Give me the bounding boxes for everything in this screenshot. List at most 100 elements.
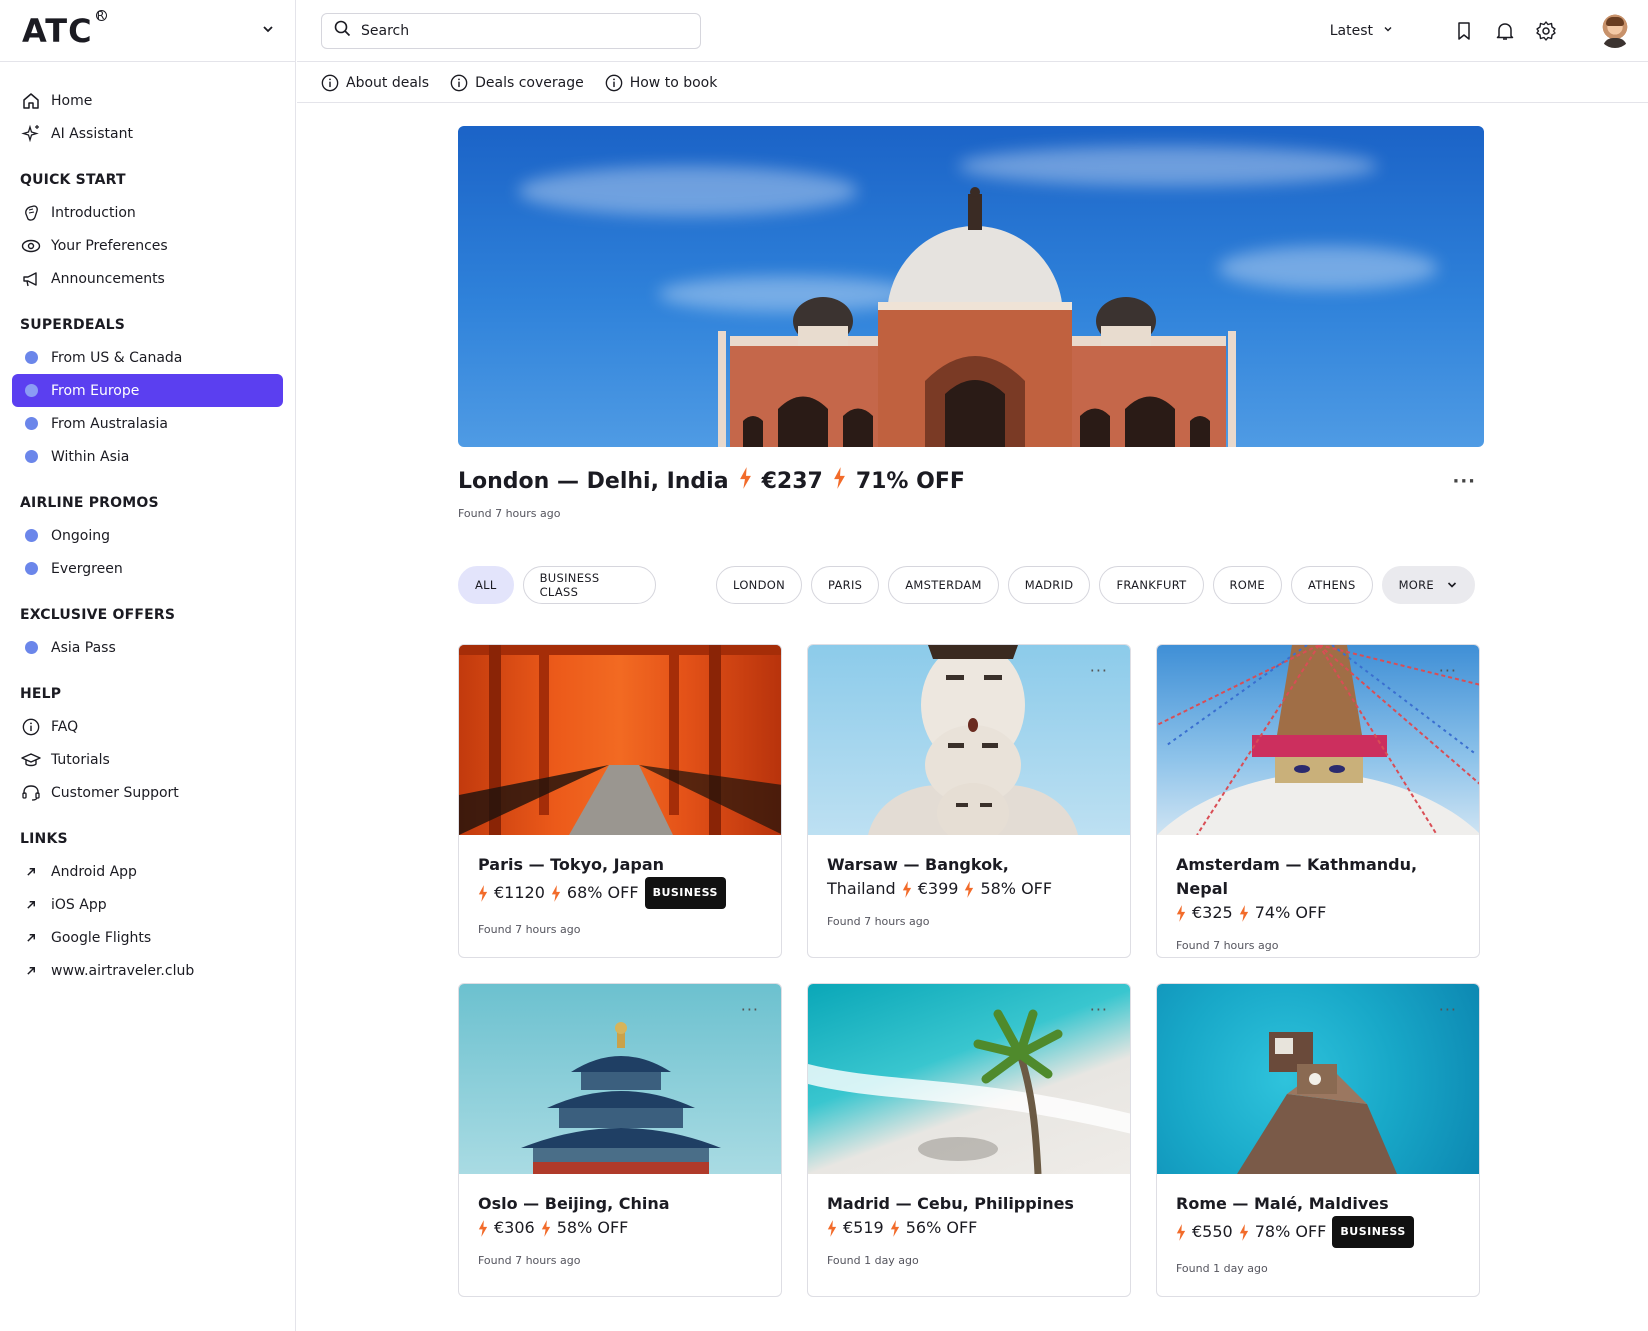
atc-logo[interactable]: ATC R (22, 9, 107, 50)
filter-madrid[interactable]: MADRID (1007, 566, 1091, 604)
filter-frankfurt[interactable]: FRANKFURT (1099, 566, 1204, 604)
deal-route: Warsaw — Bangkok, (827, 855, 1009, 874)
bolt-icon (902, 877, 912, 901)
section-title-airline-promos: AIRLINE PROMOS (20, 495, 159, 511)
sidebar-item-tutorials[interactable]: Tutorials (12, 743, 283, 776)
filter-london[interactable]: LONDON (716, 566, 802, 604)
featured-deal-image[interactable] (458, 126, 1484, 447)
megaphone-icon (20, 268, 42, 290)
more-options-icon[interactable]: ··· (1439, 661, 1457, 680)
mausoleum-illustration (718, 187, 1236, 447)
deal-found-time: Found 7 hours ago (827, 915, 930, 928)
sparkle-icon (20, 123, 42, 145)
deal-route: Madrid — Cebu, Philippines (827, 1194, 1074, 1213)
sidebar-item-faq[interactable]: FAQ (12, 710, 283, 743)
sidebar-link-google-flights[interactable]: Google Flights (12, 921, 283, 954)
sidebar-item-from-australasia[interactable]: From Australasia (12, 407, 283, 440)
link-how-to-book[interactable]: How to book (605, 74, 717, 92)
deal-route: Oslo — Beijing, China (478, 1194, 670, 1213)
sidebar-link-android-app[interactable]: Android App (12, 855, 283, 888)
dot-icon (24, 641, 38, 654)
deal-found-time: Found 1 day ago (827, 1254, 919, 1267)
bolt-icon (964, 877, 974, 901)
section-title-links: LINKS (20, 831, 68, 847)
dot-icon (24, 529, 38, 542)
sidebar-item-announcements[interactable]: Announcements (12, 262, 283, 295)
bookmark-icon[interactable] (1452, 19, 1476, 43)
graduation-cap-icon (20, 749, 42, 771)
dot-icon (24, 417, 38, 430)
deals-grid: Paris — Tokyo, Japan €1120 68% OFF BUSIN… (458, 644, 1484, 1297)
link-about-deals[interactable]: About deals (321, 74, 429, 92)
more-options-icon[interactable]: ··· (1090, 661, 1108, 680)
chevron-down-icon[interactable] (261, 21, 275, 40)
bolt-icon (478, 1216, 488, 1240)
sidebar-item-your-preferences[interactable]: Your Preferences (12, 229, 283, 262)
info-icon (20, 716, 42, 738)
sidebar-item-asia-pass[interactable]: Asia Pass (12, 631, 283, 664)
sort-dropdown[interactable]: Latest (1330, 23, 1393, 39)
filter-business-class[interactable]: BUSINESS CLASS (522, 566, 657, 604)
deal-route: Amsterdam — Kathmandu, Nepal (1176, 855, 1418, 898)
deal-card[interactable]: ··· Oslo — Beijing, China €306 58% OFF F… (458, 983, 782, 1297)
deal-price-line: Thailand €399 58% OFF (827, 877, 1111, 901)
bolt-icon (827, 1216, 837, 1240)
bell-icon[interactable] (1493, 19, 1517, 43)
chevron-down-icon (1383, 24, 1393, 37)
deal-card[interactable]: ··· Rome — Malé, Maldives €550 78% OFF B… (1156, 983, 1480, 1297)
hand-wave-icon (20, 202, 42, 224)
deal-card[interactable]: ··· Amsterdam — Kathmandu, Nepal €325 74… (1156, 644, 1480, 958)
more-options-icon[interactable]: ··· (1439, 1000, 1457, 1019)
sidebar-item-from-us-canada[interactable]: From US & Canada (12, 341, 283, 374)
featured-deal-title[interactable]: London — Delhi, India €237 71% OFF ··· (458, 467, 1484, 495)
bolt-icon (833, 467, 846, 495)
business-badge: BUSINESS (1332, 1216, 1414, 1248)
sidebar-nav: Home AI Assistant QUICK START Introducti… (0, 62, 295, 987)
filter-rome[interactable]: ROME (1212, 566, 1282, 604)
filter-more[interactable]: MORE (1381, 566, 1475, 604)
link-deals-coverage[interactable]: Deals coverage (450, 74, 584, 92)
deal-card[interactable]: ··· Warsaw — Bangkok, Thailand €399 58% … (807, 644, 1131, 958)
featured-found-time: Found 7 hours ago (458, 507, 561, 520)
filter-athens[interactable]: ATHENS (1290, 566, 1373, 604)
deal-route: Paris — Tokyo, Japan (478, 855, 665, 874)
sidebar-link-ios-app[interactable]: iOS App (12, 888, 283, 921)
sidebar-header: ATC R (0, 0, 295, 62)
sidebar-item-evergreen[interactable]: Evergreen (12, 552, 283, 585)
info-icon (321, 74, 339, 92)
filter-all[interactable]: ALL (458, 566, 514, 604)
sidebar-item-ongoing[interactable]: Ongoing (12, 519, 283, 552)
external-link-icon (20, 894, 42, 916)
sidebar-item-customer-support[interactable]: Customer Support (12, 776, 283, 809)
more-options-icon[interactable]: ··· (741, 1000, 759, 1019)
more-options-icon[interactable]: ··· (1452, 471, 1476, 492)
filter-amsterdam[interactable]: AMSTERDAM (888, 566, 999, 604)
sidebar-item-ai-assistant[interactable]: AI Assistant (12, 117, 283, 150)
sidebar-link-website[interactable]: www.airtraveler.club (12, 954, 283, 987)
gear-icon[interactable] (1534, 19, 1558, 43)
bolt-icon (1239, 901, 1249, 925)
deal-card[interactable]: ··· Madrid — Cebu, Philippines €519 56% … (807, 983, 1131, 1297)
sidebar-item-from-europe[interactable]: From Europe (12, 374, 283, 407)
avatar[interactable] (1598, 13, 1632, 48)
search-box[interactable] (321, 12, 701, 49)
top-bar-actions: Latest (1330, 13, 1648, 48)
sidebar-item-introduction[interactable]: Introduction (12, 196, 283, 229)
sidebar-item-home[interactable]: Home (12, 84, 283, 117)
deal-found-time: Found 7 hours ago (1176, 939, 1279, 952)
sidebar-item-within-asia[interactable]: Within Asia (12, 440, 283, 473)
deal-card[interactable]: Paris — Tokyo, Japan €1120 68% OFF BUSIN… (458, 644, 782, 958)
deal-found-time: Found 7 hours ago (478, 1254, 581, 1267)
deal-image-water-villa: ··· (1157, 984, 1479, 1174)
business-badge: BUSINESS (644, 877, 726, 909)
home-icon (20, 90, 42, 112)
headset-icon (20, 782, 42, 804)
search-icon (334, 20, 351, 41)
search-input[interactable] (361, 22, 661, 39)
filter-paris[interactable]: PARIS (810, 566, 880, 604)
deal-price-line: €519 56% OFF (827, 1216, 1111, 1240)
more-options-icon[interactable]: ··· (1090, 1000, 1108, 1019)
eye-icon (20, 235, 42, 257)
section-title-superdeals: SUPERDEALS (20, 317, 126, 333)
bolt-icon (890, 1216, 900, 1240)
